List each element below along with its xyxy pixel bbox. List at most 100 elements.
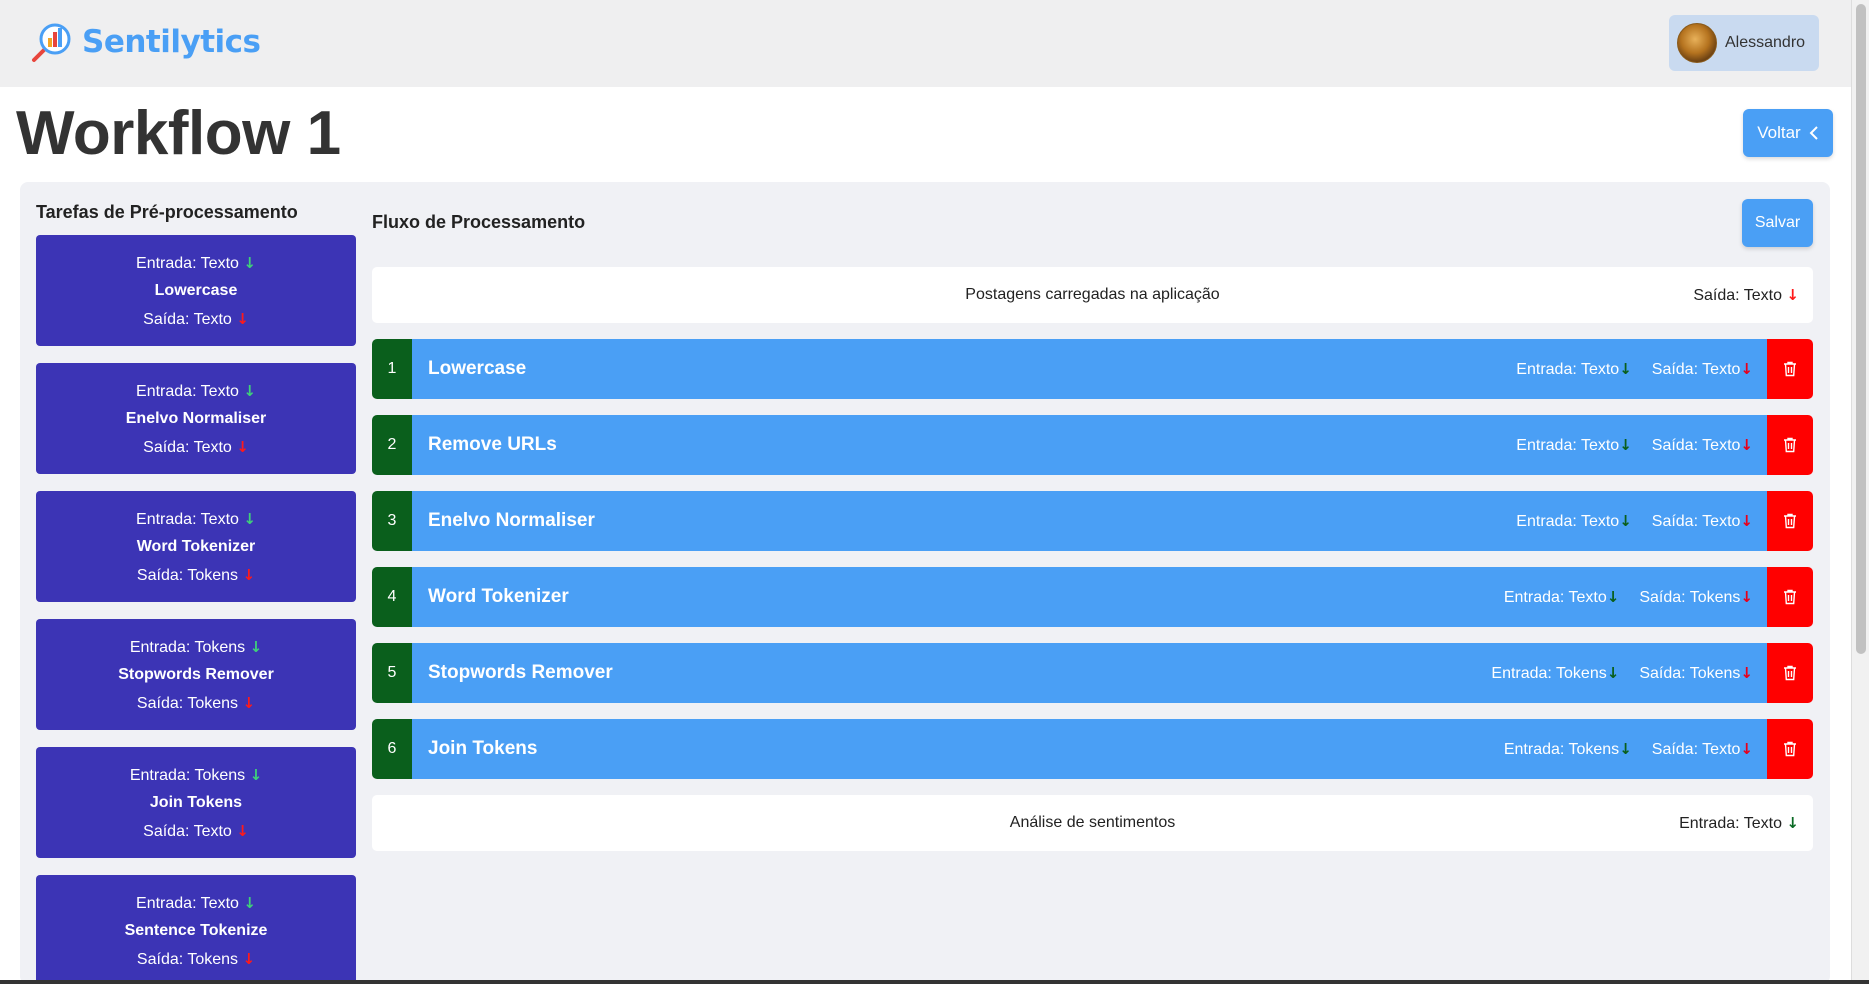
window-bottom-edge: [0, 980, 1869, 984]
flow-panel-title: Fluxo de Processamento: [372, 212, 586, 232]
arrow-down-icon: ↓: [243, 382, 256, 400]
step-number: 1: [372, 339, 412, 399]
arrow-down-icon: ↓: [1786, 286, 1799, 304]
step-input: Entrada: Texto: [1516, 513, 1620, 530]
arrow-down-icon: ↓: [249, 766, 263, 784]
flow-sink: Análise de sentimentos Entrada: Texto ↓: [372, 795, 1813, 851]
arrow-down-icon: ↓: [1619, 436, 1632, 454]
step-name: Remove URLs: [428, 434, 557, 455]
trash-icon: [1784, 513, 1796, 529]
flow-step[interactable]: 1 Lowercase Entrada: Texto↓ Saída: Texto↓: [372, 339, 1813, 399]
step-output: Saída: Tokens: [1639, 589, 1741, 606]
step-output: Saída: Tokens: [1639, 665, 1741, 682]
flow-step[interactable]: 4 Word Tokenizer Entrada: Texto↓ Saída: T…: [372, 567, 1813, 627]
arrow-down-icon: ↓: [1740, 664, 1753, 682]
flow-step[interactable]: 3 Enelvo Normaliser Entrada: Texto↓ Saída…: [372, 491, 1813, 551]
task-name: Join Tokens: [149, 794, 243, 811]
arrow-down-icon: ↓: [243, 510, 256, 528]
task-card[interactable]: Entrada: Texto ↓ Sentence Tokenize Saída…: [36, 875, 356, 984]
step-number: 4: [372, 567, 412, 627]
arrow-down-icon: ↓: [236, 438, 249, 456]
task-card[interactable]: Entrada: Tokens ↓ Stopwords Remover Saíd…: [36, 619, 356, 730]
delete-step-button[interactable]: [1767, 339, 1813, 399]
arrow-down-icon: ↓: [1786, 814, 1799, 832]
task-input: Entrada: Texto: [136, 511, 239, 528]
arrow-down-icon: ↓: [1619, 512, 1632, 530]
back-button-label: Voltar: [1757, 123, 1801, 142]
task-card[interactable]: Entrada: Tokens ↓ Join Tokens Saída: Tex…: [36, 747, 356, 858]
top-navbar: Sentilytics Alessandro: [0, 0, 1851, 87]
step-number: 6: [372, 719, 412, 779]
task-output: Saída: Texto: [143, 439, 232, 456]
task-name: Lowercase: [154, 282, 238, 299]
vertical-scrollbar[interactable]: [1851, 0, 1869, 984]
task-output: Saída: Texto: [143, 823, 232, 840]
trash-icon: [1784, 589, 1796, 605]
trash-icon: [1784, 665, 1796, 681]
arrow-down-icon: ↓: [1740, 360, 1753, 378]
task-card[interactable]: Entrada: Texto ↓ Word Tokenizer Saída: T…: [36, 491, 356, 602]
arrow-down-icon: ↓: [236, 822, 249, 840]
flow-step[interactable]: 2 Remove URLs Entrada: Texto↓ Saída: Text…: [372, 415, 1813, 475]
delete-step-button[interactable]: [1767, 491, 1813, 551]
arrow-down-icon: ↓: [249, 638, 263, 656]
task-input: Entrada: Texto: [136, 255, 239, 272]
magnifier-chart-logo-icon: [30, 20, 74, 64]
arrow-down-icon: ↓: [1619, 360, 1632, 378]
task-input: Entrada: Tokens: [129, 639, 246, 656]
trash-icon: [1784, 437, 1796, 453]
flow-source: Postagens carregadas na aplicação Saída:…: [372, 267, 1813, 323]
page-title: Workflow 1: [16, 99, 341, 168]
step-input: Entrada: Texto: [1516, 437, 1620, 454]
task-name: Sentence Tokenize: [124, 922, 268, 939]
sink-input: Entrada: Texto: [1679, 815, 1782, 832]
workflow-editor-panel: Tarefas de Pré-processamento Entrada: Te…: [20, 182, 1830, 984]
step-output: Saída: Texto: [1651, 361, 1741, 378]
step-name: Enelvo Normaliser: [428, 510, 595, 531]
arrow-down-icon: ↓: [242, 694, 256, 712]
delete-step-button[interactable]: [1767, 719, 1813, 779]
user-name: Alessandro: [1725, 34, 1806, 51]
delete-step-button[interactable]: [1767, 415, 1813, 475]
user-menu-button[interactable]: Alessandro: [1669, 15, 1819, 71]
step-number: 2: [372, 415, 412, 475]
step-name: Lowercase: [428, 358, 527, 379]
save-button[interactable]: Salvar: [1742, 199, 1813, 247]
task-card[interactable]: Entrada: Texto ↓ Enelvo Normaliser Saída…: [36, 363, 356, 474]
task-name: Enelvo Normaliser: [125, 410, 267, 427]
arrow-down-icon: ↓: [1740, 740, 1753, 758]
delete-step-button[interactable]: [1767, 567, 1813, 627]
step-number: 3: [372, 491, 412, 551]
avatar: [1677, 23, 1717, 63]
task-output: Saída: Tokens: [136, 951, 239, 968]
brand[interactable]: Sentilytics: [30, 20, 261, 64]
task-output: Saída: Tokens: [136, 695, 239, 712]
step-input: Entrada: Tokens: [1503, 741, 1620, 758]
chevron-left-icon: [1809, 126, 1818, 140]
arrow-down-icon: ↓: [242, 566, 256, 584]
arrow-down-icon: ↓: [236, 310, 249, 328]
step-name: Word Tokenizer: [428, 586, 569, 607]
step-output: Saída: Texto: [1651, 741, 1741, 758]
back-button[interactable]: Voltar: [1743, 109, 1833, 157]
step-output: Saída: Texto: [1651, 513, 1741, 530]
task-card[interactable]: Entrada: Texto ↓ Lowercase Saída: Texto …: [36, 235, 356, 346]
trash-icon: [1784, 741, 1796, 757]
task-output: Saída: Texto: [143, 311, 232, 328]
task-input: Entrada: Texto: [136, 895, 239, 912]
arrow-down-icon: ↓: [1740, 588, 1753, 606]
arrow-down-icon: ↓: [1606, 588, 1620, 606]
source-output: Saída: Texto: [1693, 287, 1782, 304]
trash-icon: [1784, 361, 1796, 377]
arrow-down-icon: ↓: [1619, 740, 1632, 758]
task-name: Stopwords Remover: [118, 666, 274, 683]
delete-step-button[interactable]: [1767, 643, 1813, 703]
flow-step[interactable]: 5 Stopwords Remover Entrada: Tokens↓ Saíd…: [372, 643, 1813, 703]
arrow-down-icon: ↓: [1740, 436, 1753, 454]
step-input: Entrada: Tokens: [1491, 665, 1607, 682]
scrollbar-thumb[interactable]: [1856, 4, 1866, 654]
step-output: Saída: Texto: [1651, 437, 1741, 454]
step-name: Stopwords Remover: [428, 662, 613, 683]
flow-step[interactable]: 6 Join Tokens Entrada: Tokens↓ Saída: Tex…: [372, 719, 1813, 779]
step-input: Entrada: Texto: [1503, 589, 1607, 606]
